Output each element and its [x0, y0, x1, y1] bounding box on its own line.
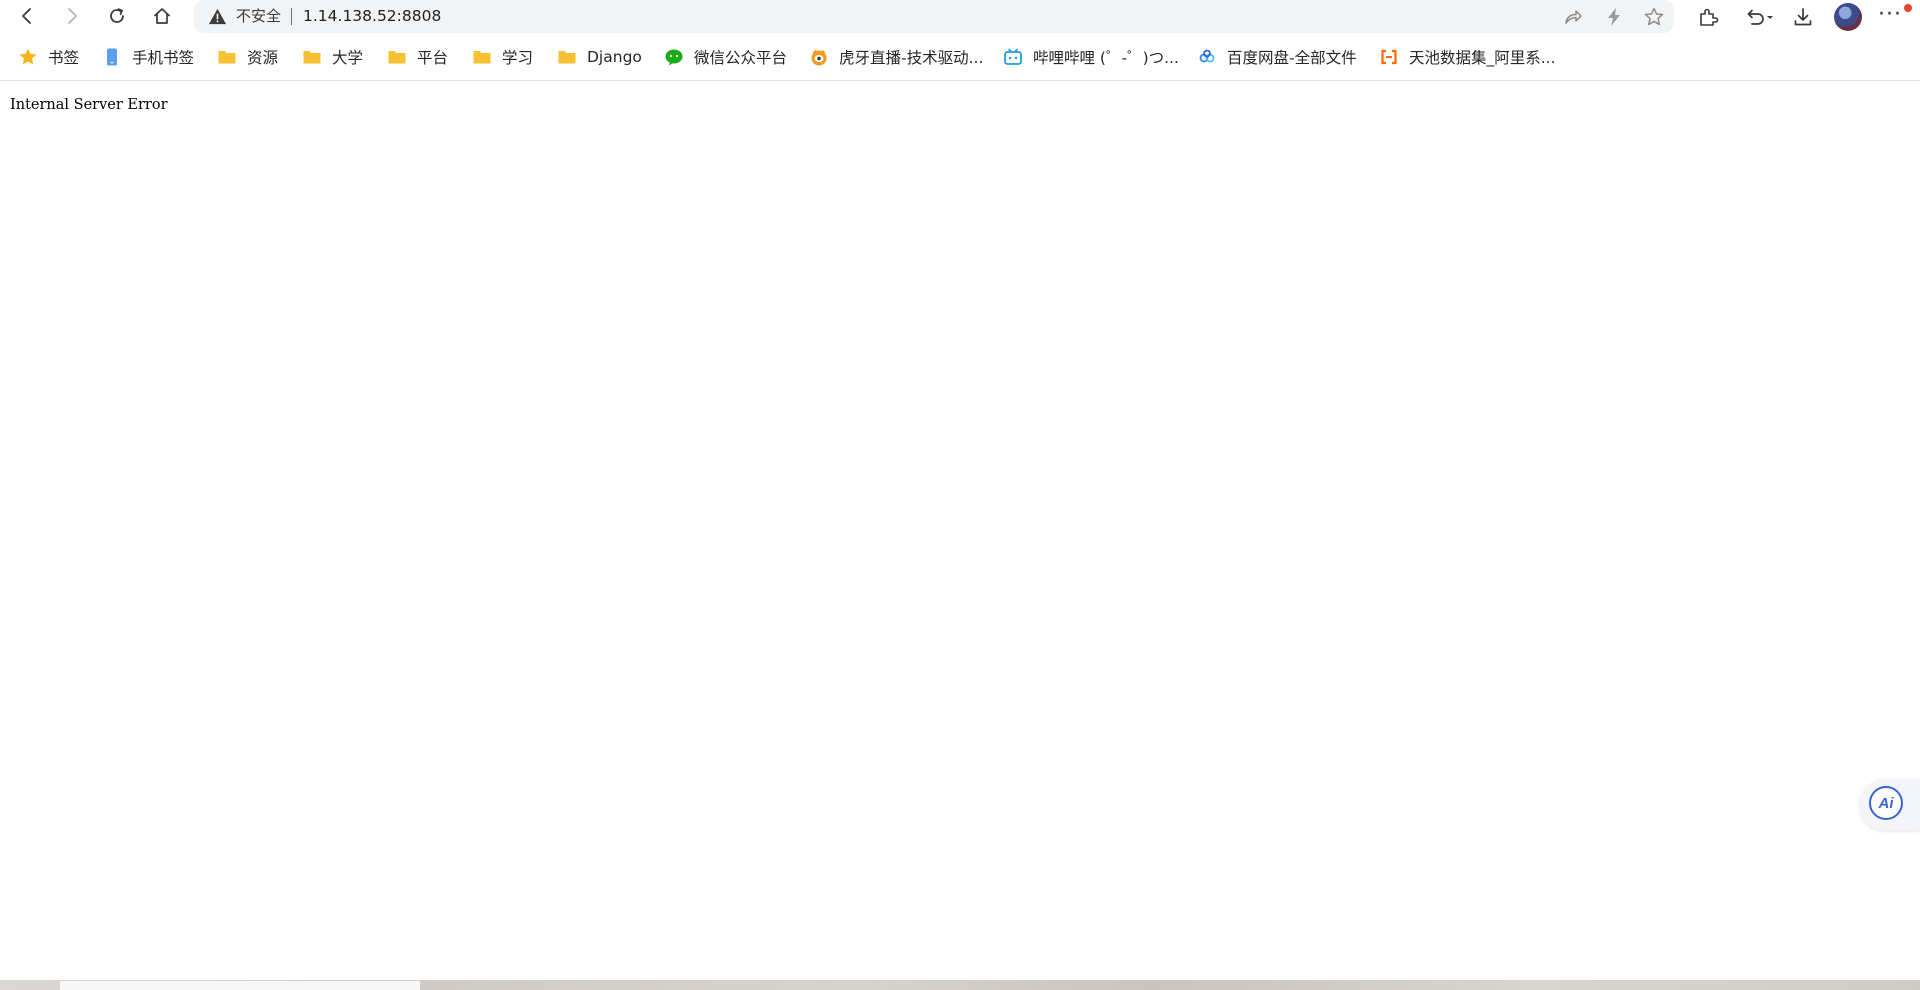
bookmark-label: 手机书签 [132, 49, 195, 67]
address-bar[interactable]: 不安全 1.14.138.52:8808 [194, 0, 1674, 33]
reload-button[interactable] [101, 1, 133, 31]
baidu-netdisk-icon [1197, 47, 1217, 67]
bookmark-label: 书签 [48, 49, 80, 67]
download-icon [1794, 8, 1812, 26]
bookmark-label: 天池数据集_阿里系... [1409, 49, 1556, 67]
phone-icon [102, 47, 122, 67]
bookmark-label: 微信公众平台 [694, 49, 788, 67]
omnibox-separator [291, 8, 292, 25]
taskbar-search-edge[interactable] [60, 981, 420, 990]
share-icon[interactable] [1562, 6, 1584, 28]
star-icon [18, 47, 38, 67]
huya-icon [809, 47, 829, 67]
bookmark-tianchi[interactable]: 天池数据集_阿里系... [1379, 41, 1556, 73]
home-icon [154, 8, 170, 24]
star-icon[interactable] [1643, 6, 1665, 28]
back-button[interactable] [11, 1, 43, 31]
folder-icon [472, 47, 492, 67]
bookmark-label: 大学 [332, 49, 364, 67]
bookmark-wechat-platform[interactable]: 微信公众平台 [664, 41, 787, 73]
bookmark-bookmarks[interactable]: 书签 [18, 41, 79, 73]
more-icon[interactable]: ··· [1878, 0, 1902, 30]
url-text[interactable]: 1.14.138.52:8808 [303, 0, 441, 33]
bookmark-label: 平台 [417, 49, 449, 67]
ai-label: Ai [1878, 794, 1894, 812]
forward-button[interactable] [56, 1, 88, 31]
bookmark-mobile-bookmarks[interactable]: 手机书签 [102, 41, 194, 73]
bookmark-folder-platform[interactable]: 平台 [387, 41, 448, 73]
toolbar-divider [0, 80, 1920, 81]
bookmark-label: 百度网盘-全部文件 [1227, 49, 1357, 67]
aliyun-icon [1379, 47, 1399, 67]
ai-assistant-button[interactable]: Ai [1860, 780, 1920, 830]
bookmark-bilibili[interactable]: 哔哩哔哩 (゜-゜)つ... [1003, 41, 1179, 73]
bookmark-label: 虎牙直播-技术驱动... [839, 49, 984, 67]
bookmark-label: Django [587, 48, 642, 66]
undo-dropdown-button[interactable] [1743, 4, 1777, 30]
folder-icon [387, 47, 407, 67]
bookmark-huya[interactable]: 虎牙直播-技术驱动... [809, 41, 983, 73]
warning-icon[interactable] [208, 7, 227, 26]
bookmark-label: 学习 [502, 49, 534, 67]
bookmark-label: 哔哩哔哩 (゜-゜)つ... [1033, 49, 1179, 67]
bookmark-folder-django[interactable]: Django [557, 41, 642, 73]
profile-avatar[interactable] [1834, 3, 1862, 31]
bookmark-label: 资源 [247, 49, 279, 67]
forward-icon [68, 8, 77, 24]
bilibili-icon [1003, 47, 1023, 67]
folder-icon [557, 47, 577, 67]
back-icon [22, 8, 31, 24]
home-button[interactable] [146, 1, 178, 31]
bookmarks-bar: 书签 手机书签 资源 大学 平台 学习 Django 微信公众平台 虎牙直播-技… [0, 41, 1920, 73]
bookmark-folder-resources[interactable]: 资源 [217, 41, 278, 73]
security-label[interactable]: 不安全 [236, 0, 281, 33]
extensions-button[interactable] [1695, 4, 1721, 30]
bookmark-folder-university[interactable]: 大学 [302, 41, 363, 73]
download-button[interactable] [1790, 4, 1816, 30]
ai-icon: Ai [1869, 786, 1903, 820]
bookmark-baidu-netdisk[interactable]: 百度网盘-全部文件 [1197, 41, 1357, 73]
undo-dropdown-icon [1747, 9, 1773, 25]
reload-icon [110, 8, 124, 23]
browser-toolbar: 不安全 1.14.138.52:8808 ··· [0, 0, 1920, 33]
bookmark-folder-study[interactable]: 学习 [472, 41, 533, 73]
wechat-icon [664, 47, 684, 67]
folder-icon [217, 47, 237, 67]
lightning-icon[interactable] [1603, 6, 1625, 28]
notification-dot [1904, 4, 1912, 12]
folder-icon [302, 47, 322, 67]
error-message: Internal Server Error [10, 97, 168, 113]
extensions-icon [1700, 8, 1719, 26]
